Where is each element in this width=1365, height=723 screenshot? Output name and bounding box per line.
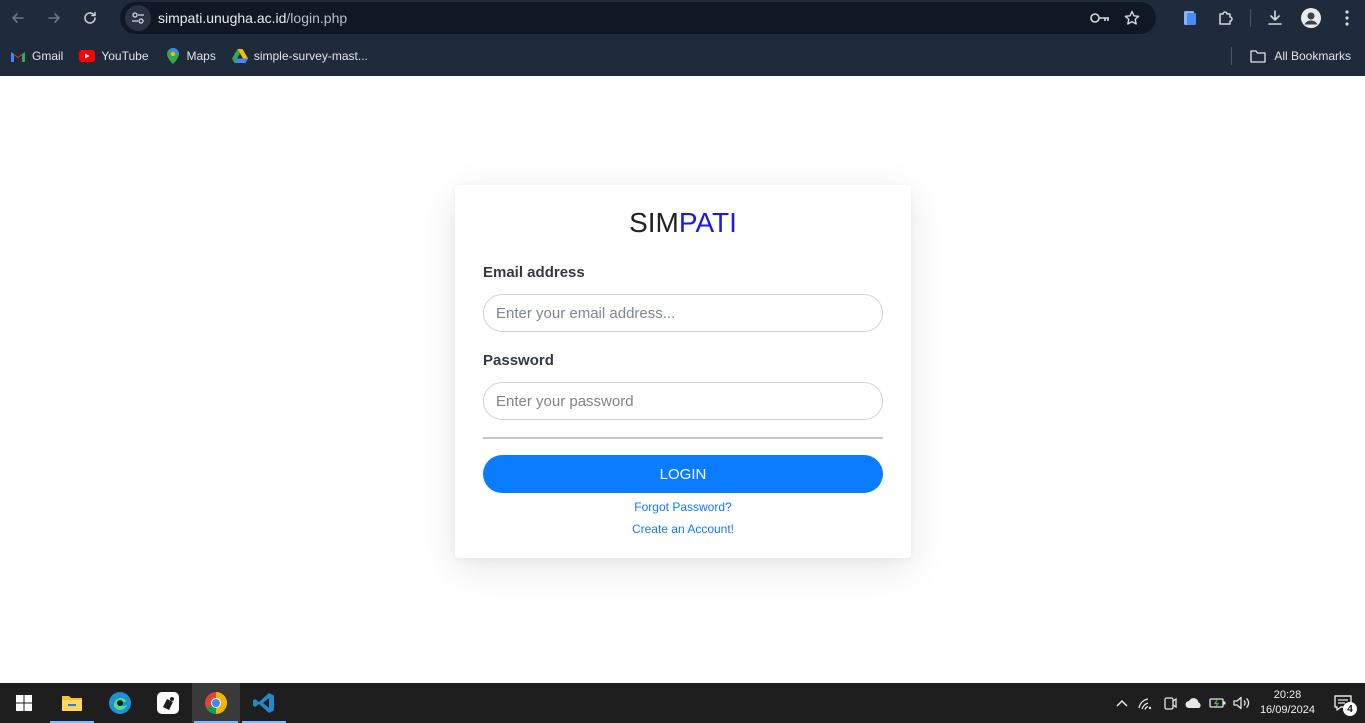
vscode-icon <box>253 693 274 713</box>
windows-start-icon <box>16 695 32 711</box>
profile-avatar-icon[interactable] <box>1293 0 1329 36</box>
edge-icon <box>109 692 131 714</box>
bookmark-star-icon[interactable] <box>1120 6 1144 30</box>
taskbar-file-explorer[interactable] <box>48 683 96 723</box>
forward-button[interactable] <box>36 0 72 36</box>
bookmark-label: simple-survey-mast... <box>253 49 368 63</box>
bookmark-youtube[interactable]: YouTube <box>79 43 149 69</box>
battery-icon[interactable] <box>1206 683 1230 723</box>
brand-part1: SIM <box>629 207 679 238</box>
youtube-icon <box>79 48 96 64</box>
notification-badge: 4 <box>1343 702 1357 716</box>
folder-icon <box>1250 49 1266 63</box>
bookmark-survey[interactable]: simple-survey-mast... <box>231 43 368 69</box>
reload-icon <box>84 11 96 24</box>
bookmark-label: Gmail <box>32 49 64 63</box>
password-key-icon[interactable] <box>1088 6 1112 30</box>
create-account-link[interactable]: Create an Account! <box>483 522 883 536</box>
system-tray: 20:28 16/09/2024 4 <box>1110 683 1365 723</box>
clock-date: 16/09/2024 <box>1259 704 1315 716</box>
bookmark-maps[interactable]: Maps <box>165 43 216 69</box>
extensions-puzzle-icon[interactable] <box>1208 0 1244 36</box>
password-input[interactable] <box>483 382 883 420</box>
onedrive-cloud-icon[interactable] <box>1182 683 1206 723</box>
brand-part2: PATI <box>678 207 737 238</box>
page-content: SIMPATI Email address Password LOGIN For… <box>0 76 1365 683</box>
notification-center[interactable]: 4 <box>1325 683 1361 723</box>
volume-icon[interactable] <box>1230 683 1254 723</box>
login-card: SIMPATI Email address Password LOGIN For… <box>455 185 911 558</box>
tray-overflow-chevron-icon[interactable] <box>1110 683 1134 723</box>
maps-icon <box>165 48 181 64</box>
drive-icon <box>231 48 248 64</box>
taskbar-chrome[interactable] <box>192 683 240 723</box>
forgot-password-link[interactable]: Forgot Password? <box>483 500 883 514</box>
app-icon <box>157 692 179 714</box>
url-host: simpati.unugha.ac.id <box>158 10 287 26</box>
clock-time: 20:28 <box>1273 689 1302 701</box>
url-text[interactable]: simpati.unugha.ac.id/login.php <box>158 10 1088 26</box>
gmail-icon <box>10 48 26 64</box>
taskbar-edge[interactable] <box>96 683 144 723</box>
all-bookmarks[interactable]: All Bookmarks <box>1231 36 1351 76</box>
reload-button[interactable] <box>72 0 108 36</box>
meet-now-icon[interactable] <box>1158 683 1182 723</box>
start-button[interactable] <box>0 683 48 723</box>
back-button[interactable] <box>0 0 36 36</box>
all-bookmarks-label: All Bookmarks <box>1274 49 1351 63</box>
system-clock[interactable]: 20:28 16/09/2024 <box>1260 688 1315 718</box>
arrow-right-icon <box>48 13 60 23</box>
windows-taskbar: 20:28 16/09/2024 4 <box>0 683 1365 723</box>
bookmark-gmail[interactable]: Gmail <box>10 43 63 69</box>
extension-docs-icon[interactable] <box>1172 0 1208 36</box>
download-icon[interactable] <box>1257 0 1293 36</box>
browser-menu-icon[interactable] <box>1329 0 1365 36</box>
bookmarks-divider <box>1231 47 1233 65</box>
email-label: Email address <box>483 264 585 281</box>
file-explorer-icon <box>62 696 82 711</box>
brand-logo: SIMPATI <box>483 206 883 240</box>
url-path: /login.php <box>286 10 348 26</box>
chrome-icon <box>205 692 227 714</box>
taskbar-vscode[interactable] <box>240 683 288 723</box>
address-bar[interactable]: simpati.unugha.ac.id/login.php <box>120 2 1156 34</box>
tune-icon <box>132 12 144 24</box>
taskbar-app[interactable] <box>144 683 192 723</box>
arrow-left-icon <box>12 13 24 23</box>
bookmarks-bar: Gmail YouTube Maps simple-survey-mast...… <box>0 36 1365 76</box>
bookmark-label: Maps <box>186 49 216 63</box>
form-divider <box>483 437 883 439</box>
email-input[interactable] <box>483 294 883 332</box>
wifi-icon[interactable] <box>1134 683 1158 723</box>
password-label: Password <box>483 352 554 369</box>
site-info-button[interactable] <box>122 2 154 34</box>
login-button[interactable]: LOGIN <box>483 455 883 493</box>
bookmark-label: YouTube <box>101 49 149 63</box>
toolbar-divider <box>1250 9 1251 27</box>
browser-toolbar: simpati.unugha.ac.id/login.php <box>0 0 1365 36</box>
